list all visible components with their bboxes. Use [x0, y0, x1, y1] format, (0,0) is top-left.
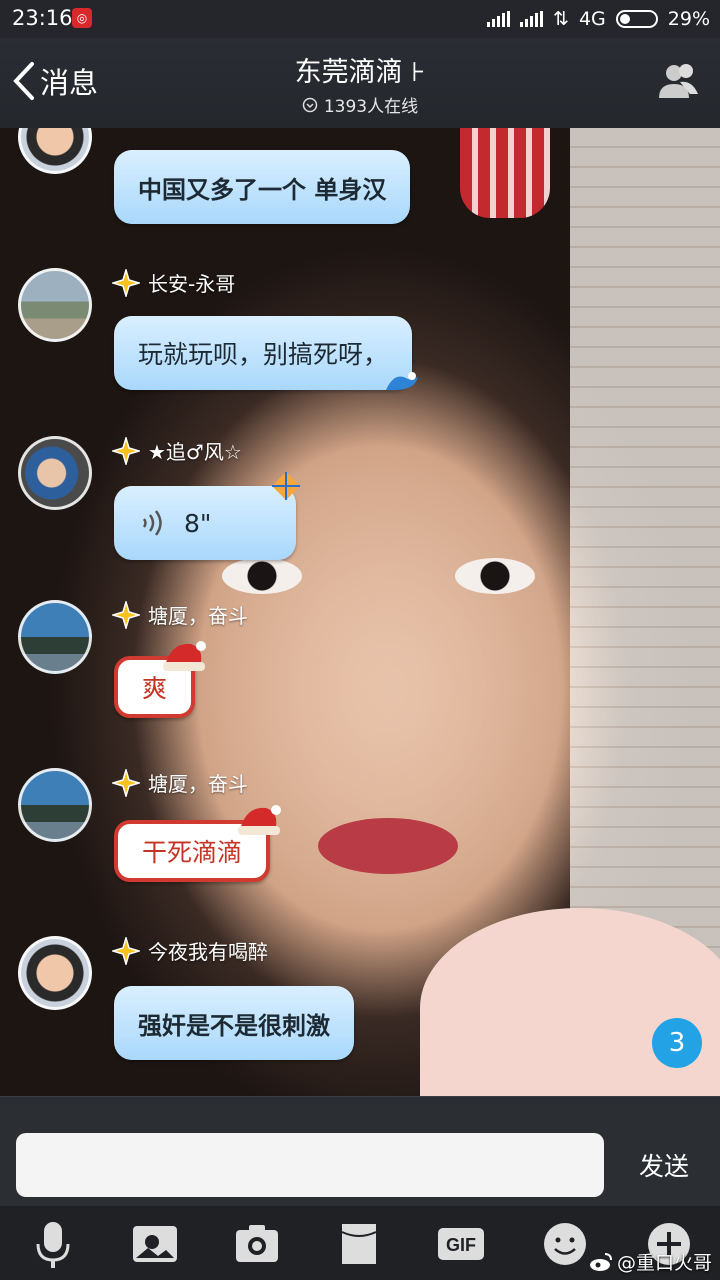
group-members-icon [659, 64, 698, 98]
sender-row: ★追♂风☆ [112, 436, 242, 465]
santa-hat-icon [238, 805, 282, 835]
input-bar: 发送 [0, 1096, 720, 1206]
watermark-text: @重口火哥 [616, 1252, 712, 1274]
title-suffix: ⊦ [411, 57, 426, 88]
sender-name: 塘厦，奋斗 [148, 604, 248, 628]
message-text: 玩就玩呗，别搞死呀， [138, 340, 389, 369]
network-type: 4G [578, 8, 606, 30]
signal-icon [487, 11, 511, 27]
background-eye [455, 558, 535, 594]
sparkle-badge-icon [112, 936, 140, 965]
avatar[interactable] [18, 768, 92, 842]
background-eye [222, 558, 302, 594]
page-title: 东莞滴滴 ⊦ [0, 50, 720, 89]
sender-name: 长安-永哥 [148, 272, 236, 296]
data-arrows-icon: ⇅ [553, 8, 569, 30]
file-icon[interactable] [334, 1220, 384, 1268]
message-bubble[interactable]: 爽 [114, 641, 207, 718]
online-text: 1393人在线 [323, 97, 419, 117]
title-bar: 消息 东莞滴滴 ⊦ 1393人在线 [0, 38, 720, 128]
kite-icon [272, 472, 300, 500]
message-text: 强奸是不是很刺激 [138, 1010, 330, 1040]
online-icon [302, 97, 318, 112]
sender-row: 今夜我有喝醉 [112, 936, 268, 965]
microphone-icon[interactable] [28, 1220, 78, 1268]
unread-count-badge[interactable]: 3 [652, 1018, 702, 1068]
send-button[interactable]: 发送 [624, 1147, 704, 1187]
avatar[interactable] [18, 128, 92, 174]
sender-row: 长安-永哥 [112, 268, 235, 297]
camera-icon[interactable] [232, 1220, 282, 1268]
battery-fill [619, 14, 630, 24]
status-bar: 23:16 ◎ ⇅ 4G 29% [0, 0, 720, 38]
voice-wave-icon [142, 510, 162, 536]
status-time: 23:16 [12, 6, 73, 30]
netease-music-icon: ◎ [72, 8, 92, 28]
photo-icon[interactable] [130, 1220, 180, 1268]
group-name: 东莞滴滴 [294, 57, 403, 88]
message-input[interactable] [16, 1133, 604, 1197]
signal-icon [520, 11, 544, 27]
sparkle-badge-icon [112, 600, 140, 629]
avatar[interactable] [18, 936, 92, 1010]
gif-icon[interactable]: GIF [436, 1220, 486, 1268]
battery-percent: 29% [667, 8, 710, 30]
voice-message-bubble[interactable]: 8" [114, 472, 300, 560]
avatar[interactable] [18, 268, 92, 342]
sparkle-badge-icon [112, 768, 140, 797]
weibo-logo-icon [589, 1252, 612, 1271]
message-text: 中国又多了一个 单身汉 [138, 174, 387, 204]
online-count: 1393人在线 [0, 92, 720, 117]
sender-name: 今夜我有喝醉 [148, 940, 268, 964]
voice-duration: 8" [184, 508, 212, 538]
background-lips [318, 818, 458, 874]
battery-icon [615, 10, 658, 28]
sparkle-badge-icon [112, 268, 140, 297]
message-bubble[interactable]: 玩就玩呗，别搞死呀， [114, 316, 419, 391]
chat-area[interactable]: 中国又多了一个 单身汉 长安-永哥 玩就玩呗，别搞死呀， ★追♂风☆ 8" 塘厦… [0, 128, 720, 1096]
message-bubble[interactable]: 干死滴滴 [114, 805, 282, 882]
avatar[interactable] [18, 436, 92, 510]
status-right: ⇅ 4G 29% [487, 6, 710, 32]
sparkle-badge-icon [112, 436, 140, 465]
message-text: 干死滴滴 [142, 838, 243, 867]
group-members-button[interactable] [656, 60, 702, 100]
santa-hat-icon [163, 641, 207, 671]
weibo-watermark: @重口火哥 [589, 1248, 712, 1275]
background-hair-roller [460, 128, 550, 218]
message-text: 爽 [142, 674, 168, 703]
sender-name: ★追♂风☆ [148, 440, 242, 464]
avatar[interactable] [18, 600, 92, 674]
message-bubble[interactable]: 中国又多了一个 单身汉 [114, 150, 411, 224]
sender-row: 塘厦，奋斗 [112, 768, 248, 797]
wave-decoration-icon [386, 372, 419, 391]
sender-row: 塘厦，奋斗 [112, 600, 248, 629]
emoji-icon[interactable] [540, 1220, 590, 1268]
message-bubble[interactable]: 强奸是不是很刺激 [114, 986, 354, 1060]
gif-label: GIF [446, 1235, 476, 1255]
sender-name: 塘厦，奋斗 [148, 772, 248, 796]
